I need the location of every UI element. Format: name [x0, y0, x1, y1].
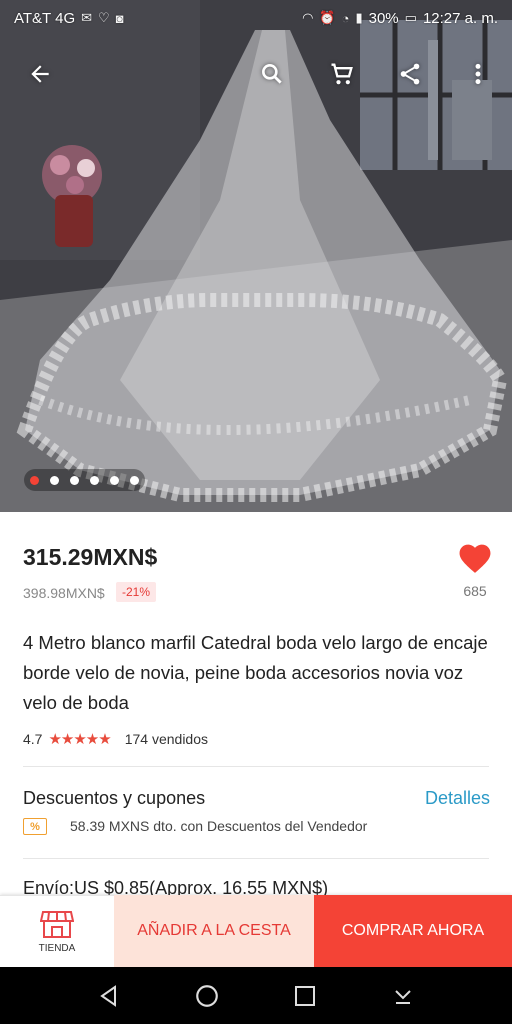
chevron-down-icon — [395, 989, 411, 1004]
back-button[interactable] — [18, 48, 62, 100]
battery-icon: ▭ — [404, 10, 417, 25]
square-recents-icon — [295, 985, 315, 1006]
gallery-dot[interactable] — [50, 475, 59, 485]
alarm-icon: ⏰ — [319, 10, 336, 25]
share-button[interactable] — [388, 48, 432, 100]
purchase-action-bar: TIENDA AÑADIR A LA CESTA COMPRAR AHORA — [0, 895, 512, 967]
carrier-label: AT&T 4G — [14, 9, 76, 27]
divider — [23, 858, 489, 859]
coupons-details-link[interactable]: Detalles — [410, 788, 490, 809]
system-navigation-bar — [0, 967, 512, 1024]
wishlist-heart-icon[interactable] — [456, 540, 494, 574]
notification-pull-button[interactable] — [383, 976, 423, 1016]
wishlist-count: 685 — [463, 583, 487, 599]
original-price: 398.98MXN$ — [23, 585, 105, 601]
discount-badge: -21% — [116, 582, 157, 602]
clock: 12:27 a. m. — [422, 9, 498, 27]
heart-outline-icon: ♡ — [98, 10, 110, 25]
cart-button[interactable] — [320, 48, 364, 100]
mail-icon: ✉ — [81, 10, 93, 25]
home-nav-button[interactable] — [187, 976, 227, 1016]
product-title: 4 Metro blanco marfil Catedral boda velo… — [23, 632, 488, 713]
sold-count: 174 vendidos — [124, 731, 209, 747]
add-to-cart-button[interactable]: AÑADIR A LA CESTA — [114, 895, 314, 967]
storefront-icon — [40, 911, 74, 938]
coupons-heading: Descuentos y cupones — [23, 788, 206, 808]
search-button[interactable] — [250, 48, 294, 100]
circle-home-icon — [196, 984, 218, 1007]
search-icon — [262, 64, 282, 84]
signal-icon: ▮ — [355, 10, 363, 25]
rating-row[interactable]: 4.7 ★★★★★ 174 vendidos — [23, 730, 208, 748]
coupon-icon: % — [23, 818, 47, 835]
more-options-button[interactable] — [456, 48, 500, 100]
recents-nav-button[interactable] — [285, 976, 325, 1016]
gallery-dot[interactable] — [30, 475, 39, 485]
gallery-dot[interactable] — [70, 475, 79, 485]
buy-now-button[interactable]: COMPRAR AHORA — [314, 895, 512, 967]
back-nav-button[interactable] — [89, 976, 129, 1016]
more-vertical-icon — [475, 63, 481, 85]
divider — [23, 766, 489, 767]
wifi-icon: ◔ — [341, 10, 350, 26]
arrow-left-icon — [31, 65, 49, 83]
gallery-dot[interactable] — [90, 475, 99, 485]
store-label: TIENDA — [38, 943, 76, 954]
cart-icon — [331, 63, 353, 85]
store-button[interactable]: TIENDA — [0, 895, 114, 967]
gallery-dot[interactable] — [130, 475, 139, 485]
rating-value: 4.7 — [23, 731, 43, 747]
product-toolbar — [0, 48, 512, 100]
headset-icon: ◠ — [302, 10, 314, 25]
battery-percent: 30% — [368, 9, 399, 27]
app-notification-icon: ◙ — [115, 10, 124, 26]
product-price: 315.29MXN$ — [23, 544, 158, 570]
share-icon — [400, 63, 420, 85]
gallery-dot[interactable] — [110, 475, 119, 485]
status-bar: AT&T 4G ✉ ♡ ◙ ◠ ⏰ ◔ ▮ 30% ▭ 12:27 a. m. — [0, 0, 512, 36]
product-image-gallery[interactable]: AT&T 4G ✉ ♡ ◙ ◠ ⏰ ◔ ▮ 30% ▭ 12:27 a. m. — [0, 0, 512, 512]
triangle-back-icon — [100, 984, 116, 1007]
coupon-description: 58.39 MXNS dto. con Descuentos del Vende… — [70, 818, 368, 834]
star-rating-icon: ★★★★★ — [48, 731, 111, 748]
gallery-pagination[interactable] — [24, 469, 145, 491]
